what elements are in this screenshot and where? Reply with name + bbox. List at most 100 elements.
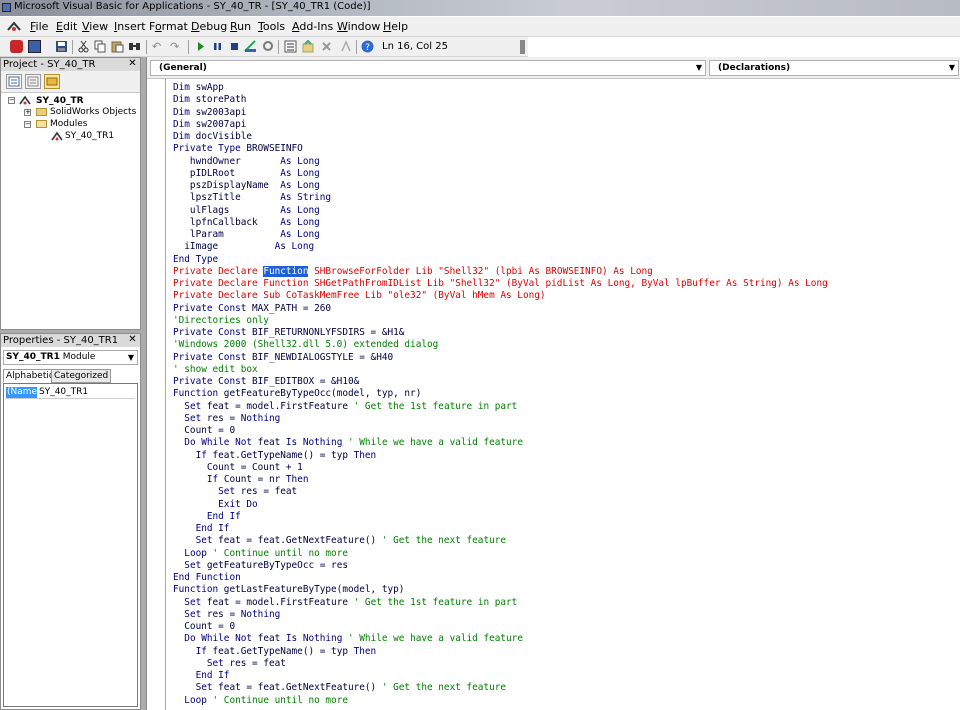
reset-icon[interactable] — [228, 40, 241, 53]
design-mode-icon[interactable] — [244, 40, 257, 53]
code-line[interactable]: Loop ' Continue until no more — [173, 548, 348, 560]
menu-view[interactable]: View — [82, 20, 108, 34]
object-selector[interactable]: SY_40_TR1 Module ▼ — [3, 350, 138, 365]
code-line[interactable]: Set res = feat — [173, 658, 286, 670]
menu-file[interactable]: File — [30, 20, 48, 34]
code-editor[interactable]: Dim swApp Dim storePath Dim sw2003api Dim s… — [173, 79, 960, 710]
menu-edit[interactable]: Edit — [56, 20, 77, 34]
view-code-button[interactable] — [6, 74, 22, 89]
menu-debug[interactable]: Debug — [191, 20, 227, 34]
code-line[interactable]: Set feat = feat.GetNextFeature() ' Get t… — [173, 682, 506, 694]
redo-icon[interactable]: ↷ — [170, 40, 183, 53]
code-line[interactable]: 'Directories only — [173, 315, 269, 327]
code-line[interactable]: Dim storePath — [173, 94, 246, 106]
code-line[interactable]: lParam As Long — [173, 229, 320, 241]
code-line[interactable]: Count = 0 — [173, 621, 235, 633]
code-line[interactable]: Function getLastFeatureByType(model, typ… — [173, 584, 404, 596]
code-line[interactable]: End Function — [173, 572, 241, 584]
code-margin-indicator-bar[interactable] — [147, 79, 166, 710]
code-line[interactable]: Set getFeatureByTypeOcc = res — [173, 560, 348, 572]
close-icon[interactable]: ✕ — [127, 58, 138, 69]
code-line[interactable]: Private Const BIF_NEWDIALOGSTYLE = &H40 — [173, 352, 393, 364]
code-line[interactable]: ulFlags As Long — [173, 205, 320, 217]
code-line[interactable]: Private Type BROWSEINFO — [173, 143, 303, 155]
code-line[interactable]: Set res = feat — [173, 486, 297, 498]
menu-insert[interactable]: Insert — [114, 20, 146, 34]
paste-icon[interactable] — [111, 40, 124, 53]
menu-run[interactable]: Run — [230, 20, 251, 34]
toolbar-overflow-grip[interactable] — [520, 40, 525, 54]
code-line[interactable]: Function getFeatureByTypeOcc(model, typ,… — [173, 388, 421, 400]
code-line[interactable]: Do While Not feat Is Nothing ' While we … — [173, 633, 523, 645]
expand-toggle[interactable]: + — [24, 109, 31, 116]
code-line[interactable]: Set res = Nothing — [173, 609, 280, 621]
property-row[interactable]: (Name) SY_40_TR1 — [6, 387, 135, 399]
code-line[interactable]: If feat.GetTypeName() = typ Then — [173, 450, 377, 462]
code-line[interactable]: ' show edit box — [173, 364, 258, 376]
code-line[interactable]: Private Declare Sub CoTaskMemFree Lib "o… — [173, 290, 546, 302]
find-icon[interactable] — [128, 40, 141, 53]
code-line[interactable]: End Type — [173, 254, 218, 266]
procedure-combo[interactable]: (Declarations) ▼ — [709, 60, 959, 76]
code-line[interactable]: Private Declare Function SHBrowseForFold… — [173, 265, 653, 278]
toolbox-2-icon[interactable] — [340, 40, 353, 53]
tree-module-item[interactable]: SY_40_TR1 — [65, 130, 114, 142]
code-line[interactable]: If feat.GetTypeName() = typ Then — [173, 646, 377, 658]
collapse-toggle[interactable]: − — [8, 97, 15, 104]
code-line[interactable]: pszDisplayName As Long — [173, 180, 320, 192]
code-line[interactable]: Dim docVisible — [173, 131, 252, 143]
close-icon[interactable]: ✕ — [127, 334, 138, 345]
code-line[interactable]: Count = 0 — [173, 425, 235, 437]
code-line[interactable]: End If — [173, 670, 230, 682]
tab-categorized[interactable]: Categorized — [51, 369, 112, 383]
menu-format[interactable]: Format — [149, 20, 188, 34]
menu-tools[interactable]: Tools — [258, 20, 285, 34]
solidworks-icon[interactable] — [10, 40, 23, 53]
menu-add-ins[interactable]: Add-Ins — [292, 20, 333, 34]
toolbox-icon[interactable] — [320, 40, 333, 53]
code-line[interactable]: Do While Not feat Is Nothing ' While we … — [173, 437, 523, 449]
cut-icon[interactable] — [77, 40, 90, 53]
code-line[interactable]: Private Declare Function SHGetPathFromID… — [173, 278, 828, 290]
view-object-button[interactable] — [25, 74, 41, 89]
code-line[interactable]: Dim sw2007api — [173, 119, 246, 131]
code-line[interactable]: iImage As Long — [173, 241, 314, 253]
help-icon[interactable]: ? — [361, 40, 374, 53]
code-line[interactable]: lpszTitle As String — [173, 192, 331, 204]
object-browser-icon[interactable] — [302, 39, 315, 53]
properties-icon[interactable] — [284, 40, 297, 53]
code-line[interactable]: Loop ' Continue until no more — [173, 695, 348, 707]
tree-modules[interactable]: Modules — [50, 118, 87, 130]
save-icon[interactable] — [55, 40, 68, 53]
run-icon[interactable] — [194, 40, 207, 53]
code-line[interactable]: Dim sw2003api — [173, 107, 246, 119]
menu-window[interactable]: Window — [337, 20, 380, 34]
code-line[interactable]: Set feat = model.FirstFeature ' Get the … — [173, 401, 517, 413]
tab-alphabetic[interactable]: Alphabetic — [3, 369, 57, 383]
code-line[interactable]: If Count = nr Then — [173, 474, 309, 486]
code-line[interactable]: Set feat = model.FirstFeature ' Get the … — [173, 597, 517, 609]
code-line[interactable]: Private Const MAX_PATH = 260 — [173, 303, 331, 315]
code-line[interactable]: Private Const BIF_RETURNONLYFSDIRS = &H1… — [173, 327, 404, 339]
tree-solidworks-objects[interactable]: SolidWorks Objects — [50, 106, 136, 118]
solidworks-menu-icon[interactable] — [6, 20, 22, 34]
code-line[interactable]: Private Const BIF_EDITBOX = &H10& — [173, 376, 359, 388]
undo-icon[interactable]: ↶ — [152, 40, 165, 53]
code-line[interactable]: Set res = Nothing — [173, 413, 280, 425]
code-line[interactable]: End If — [173, 523, 230, 535]
code-line[interactable]: Exit Do — [173, 499, 258, 511]
property-value[interactable]: SY_40_TR1 — [39, 387, 88, 398]
code-line[interactable]: lpfnCallback As Long — [173, 217, 320, 229]
collapse-toggle[interactable]: − — [24, 121, 31, 128]
code-line[interactable]: Set feat = feat.GetNextFeature() ' Get t… — [173, 535, 506, 547]
code-line[interactable]: pIDLRoot As Long — [173, 168, 320, 180]
code-line[interactable]: hwndOwner As Long — [173, 156, 320, 168]
code-line[interactable]: End If — [173, 511, 241, 523]
code-line[interactable]: Dim swApp — [173, 82, 224, 94]
break-icon[interactable] — [211, 40, 224, 53]
toggle-folders-button[interactable] — [44, 74, 60, 89]
menu-help[interactable]: Help — [383, 20, 408, 34]
project-explorer-icon[interactable] — [262, 40, 275, 53]
code-line[interactable]: 'Windows 2000 (Shell32.dll 5.0) extended… — [173, 339, 438, 351]
object-combo[interactable]: (General) ▼ — [150, 60, 706, 76]
